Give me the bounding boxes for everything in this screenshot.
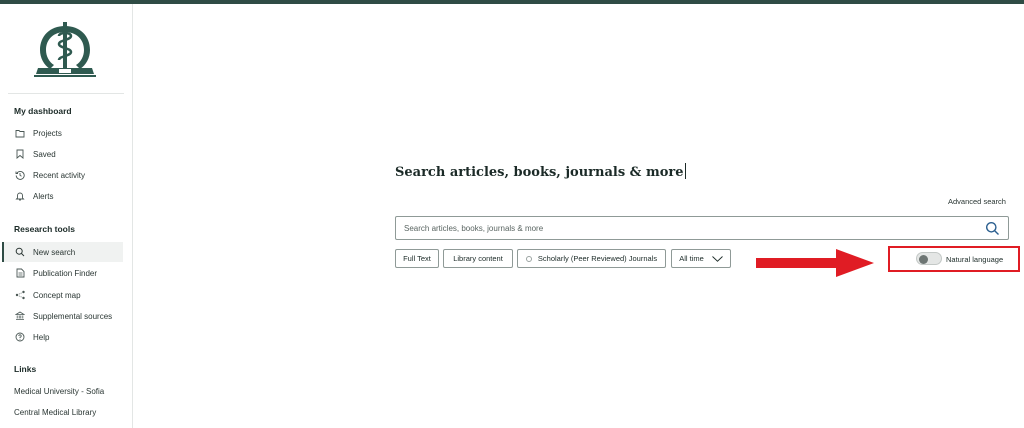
logo-divider — [8, 93, 124, 94]
history-icon — [14, 169, 26, 181]
folder-icon — [14, 127, 26, 139]
sidebar-item-label: Concept map — [33, 290, 81, 300]
bell-icon — [14, 190, 26, 202]
sidebar-item-recent-activity[interactable]: Recent activity — [2, 165, 123, 185]
filter-date-range-dropdown[interactable]: All time — [671, 249, 731, 268]
sidebar-item-label: Projects — [33, 128, 62, 138]
concept-map-icon — [14, 289, 26, 301]
search-icon — [14, 246, 26, 258]
help-icon — [14, 331, 26, 343]
link-medical-university[interactable]: Medical University - Sofia — [14, 387, 104, 396]
sidebar-item-publication-finder[interactable]: Publication Finder — [2, 263, 123, 283]
toggle-knob — [919, 254, 928, 264]
natural-language-label: Natural language — [946, 255, 1004, 264]
search-input[interactable] — [404, 223, 964, 233]
research-section-title: Research tools — [14, 224, 75, 234]
sidebar-item-new-search[interactable]: New search — [2, 242, 123, 262]
sidebar-item-help[interactable]: Help — [2, 327, 123, 347]
sidebar-item-label: Help — [33, 332, 50, 342]
top-bar — [0, 0, 1024, 4]
sidebar-item-label: New search — [33, 247, 76, 257]
sidebar-item-label: Alerts — [33, 191, 54, 201]
sidebar: My dashboard Projects Saved Recent activ… — [0, 4, 133, 428]
radio-icon — [525, 255, 532, 262]
filter-peer-reviewed[interactable]: Scholarly (Peer Reviewed) Journals — [517, 249, 666, 268]
sidebar-item-projects[interactable]: Projects — [2, 123, 123, 143]
document-icon — [14, 267, 26, 279]
library-logo — [34, 22, 96, 77]
filter-full-text[interactable]: Full Text — [395, 249, 439, 268]
sidebar-item-saved[interactable]: Saved — [2, 144, 123, 164]
page-title: Search articles, books, journals & more — [395, 163, 686, 180]
search-box — [395, 216, 1009, 240]
search-icon[interactable] — [985, 221, 1000, 236]
bookmark-icon — [14, 148, 26, 160]
red-arrow-annotation — [756, 249, 874, 277]
dashboard-section-title: My dashboard — [14, 106, 72, 116]
chevron-down-icon — [711, 255, 723, 262]
sidebar-item-alerts[interactable]: Alerts — [2, 186, 123, 206]
sidebar-item-concept-map[interactable]: Concept map — [2, 285, 123, 305]
sidebar-item-label: Publication Finder — [33, 268, 98, 278]
advanced-search-link[interactable]: Advanced search — [948, 197, 1006, 206]
filter-library-content[interactable]: Library content — [443, 249, 513, 268]
link-central-medical-library[interactable]: Central Medical Library — [14, 408, 96, 417]
institution-icon — [14, 310, 26, 322]
sidebar-item-label: Saved — [33, 149, 56, 159]
sidebar-item-label: Supplemental sources — [33, 311, 113, 321]
natural-language-toggle[interactable] — [916, 252, 942, 265]
text-cursor — [684, 163, 686, 179]
sidebar-item-supplemental-sources[interactable]: Supplemental sources — [2, 306, 123, 326]
links-section-title: Links — [14, 364, 37, 374]
sidebar-item-label: Recent activity — [33, 170, 86, 180]
